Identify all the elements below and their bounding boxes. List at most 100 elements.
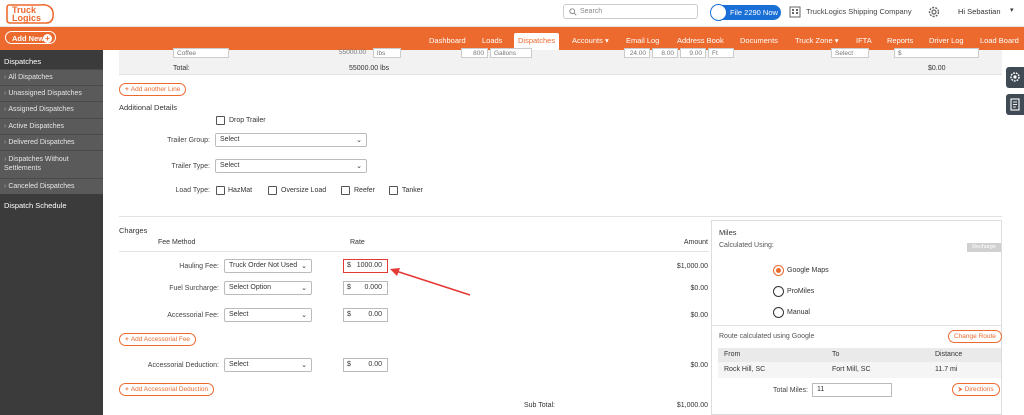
nav-loads[interactable]: Loads <box>482 36 502 45</box>
rate-header: Rate <box>350 239 365 246</box>
manual-label: Manual <box>787 309 810 316</box>
company-name[interactable]: TruckLogics Shipping Company <box>806 7 912 16</box>
hauling-fee-label: Hauling Fee: <box>179 263 219 270</box>
add-accessorial-fee-button[interactable]: + Add Accessorial Fee <box>119 333 197 346</box>
nav-email-log[interactable]: Email Log <box>626 36 659 45</box>
charges-title: Charges <box>119 226 148 235</box>
weight-field[interactable]: 55000.00 <box>336 48 372 58</box>
gear-icon[interactable] <box>927 5 941 19</box>
add-accessorial-deduction-button[interactable]: + Add Accessorial Deduction <box>119 383 215 396</box>
nav-dashboard[interactable]: Dashboard <box>429 36 466 45</box>
fuel-surcharge-label: Fuel Surcharge: <box>169 285 219 292</box>
deduction-method-select[interactable]: Select ⌄ <box>224 358 312 372</box>
oversize-load-label: Oversize Load <box>281 187 327 194</box>
hauling-rate-input[interactable]: $1000.00 <box>343 259 388 273</box>
trailer-group-select[interactable]: Select ⌄ <box>215 133 367 147</box>
settings-float-button[interactable] <box>1006 67 1024 88</box>
nav-reports[interactable]: Reports <box>887 36 913 45</box>
reefer-checkbox[interactable] <box>341 186 350 195</box>
promiles-radio[interactable] <box>773 286 784 297</box>
search-input[interactable]: Search <box>563 4 698 19</box>
dimension-unit-select[interactable]: Ft <box>708 48 734 58</box>
sidebar-section-dispatches[interactable]: Dispatches <box>0 52 103 69</box>
trailer-group-label: Trailer Group: <box>167 137 210 144</box>
nav-address-book[interactable]: Address Book <box>677 36 724 45</box>
hauling-rate-value: 1000.00 <box>356 262 382 269</box>
trailer-type-label: Trailer Type: <box>171 163 210 170</box>
drop-trailer-checkbox[interactable] <box>216 116 225 125</box>
sidebar-dispatch-schedule[interactable]: Dispatch Schedule <box>0 196 103 213</box>
dimension-width-field[interactable]: 8.00 <box>652 48 678 58</box>
google-maps-radio[interactable] <box>773 265 784 276</box>
directions-icon: ⮞ <box>958 386 963 393</box>
nav-driver-log[interactable]: Driver Log <box>929 36 964 45</box>
accessorial-rate-value: 0.00 <box>368 311 382 318</box>
sidebar-item-canceled[interactable]: › Canceled Dispatches <box>0 178 103 194</box>
amount-header: Amount <box>683 239 708 246</box>
nav-documents[interactable]: Documents <box>740 36 778 45</box>
trailer-type-select[interactable]: Select ⌄ <box>215 159 367 173</box>
sidebar-item-unassigned[interactable]: › Unassigned Dispatches <box>0 85 103 101</box>
accessorial-method-select[interactable]: Select ⌄ <box>224 308 312 322</box>
accessorial-method-value: Select <box>229 311 249 318</box>
change-route-button[interactable]: Change Route <box>948 330 1002 343</box>
route-from: Rock Hill, SC <box>724 366 766 373</box>
route-note: Route calculated using Google <box>719 333 815 340</box>
add-line-label: Add another Line <box>130 86 181 93</box>
accessorial-rate-input[interactable]: $0.00 <box>343 308 388 322</box>
line-select[interactable]: Select <box>831 48 869 58</box>
oversize-load-checkbox[interactable] <box>268 186 277 195</box>
add-another-line-button[interactable]: + Add another Line <box>119 83 187 96</box>
plus-icon: + <box>43 34 52 43</box>
weight-unit-select[interactable]: lbs <box>373 48 401 58</box>
add-deduction-label: Add Accessorial Deduction <box>130 386 209 393</box>
add-new-button[interactable]: Add New + <box>5 31 56 44</box>
hazmat-checkbox[interactable] <box>216 186 225 195</box>
plus-icon: + <box>125 336 129 343</box>
hauling-method-select[interactable]: Truck Order Not Used ⌄ <box>224 259 312 273</box>
recharge-button[interactable]: Recharge <box>967 243 1001 252</box>
sidebar-item-all-dispatches[interactable]: › All Dispatches <box>0 69 103 85</box>
currency-symbol: $ <box>347 262 351 269</box>
commodity-field[interactable]: Coffee <box>173 48 229 58</box>
main-content: Coffee 55000.00 lbs 800 Gallons 24.00 8.… <box>103 48 1024 415</box>
fuel-rate-input[interactable]: $0.000 <box>343 281 388 295</box>
qty-unit-select[interactable]: Gallons <box>490 48 532 58</box>
logo-text-2: Logics <box>12 13 41 23</box>
tanker-checkbox[interactable] <box>389 186 398 195</box>
nav-accounts[interactable]: Accounts ▾ <box>572 36 609 45</box>
nav-ifta[interactable]: IFTA <box>856 36 872 45</box>
fuel-method-select[interactable]: Select Option ⌄ <box>224 281 312 295</box>
sidebar-item-active[interactable]: › Active Dispatches <box>0 118 103 134</box>
chevron-down-icon[interactable]: ▾ <box>1010 6 1014 14</box>
sidebar-item-assigned[interactable]: › Assigned Dispatches <box>0 101 103 118</box>
miles-title: Miles <box>719 228 737 237</box>
dimension-height-field[interactable]: 9.00 <box>680 48 706 58</box>
additional-details-title: Additional Details <box>119 103 177 112</box>
sidebar-item-delivered[interactable]: › Delivered Dispatches <box>0 134 103 150</box>
accessorial-fee-label: Accessorial Fee: <box>167 312 219 319</box>
fuel-rate-value: 0.000 <box>364 284 382 291</box>
dimension-length-field[interactable]: 24.00 <box>624 48 650 58</box>
chevron-down-icon: ⌄ <box>301 362 307 369</box>
manual-radio[interactable] <box>773 307 784 318</box>
qty-field[interactable]: 800 <box>461 48 488 58</box>
search-placeholder: Search <box>580 8 603 15</box>
deduction-rate-input[interactable]: $0.00 <box>343 358 388 372</box>
user-greeting[interactable]: Hi Sebastian <box>958 7 1001 16</box>
directions-button[interactable]: ⮞ Directions <box>952 383 1000 396</box>
file-2290-button[interactable]: File 2290 Now <box>710 4 781 21</box>
line-amount-field[interactable]: $ <box>894 48 979 58</box>
calculated-using-label: Calculated Using: <box>719 242 774 249</box>
notes-float-button[interactable] <box>1006 94 1024 115</box>
nav-load-board[interactable]: Load Board <box>980 36 1019 45</box>
total-miles-input[interactable]: 11 <box>812 383 892 397</box>
trucklogics-logo[interactable]: Truck Logics <box>6 2 56 26</box>
sidebar-item-without-settlements[interactable]: › Dispatches Without Settlements <box>0 150 103 178</box>
sidebar-item-label: All Dispatches <box>8 74 53 81</box>
nav-truck-zone[interactable]: Truck Zone ▾ <box>795 36 839 45</box>
sidebar-item-label: Assigned Dispatches <box>8 106 74 113</box>
chevron-down-icon: ⌄ <box>301 312 307 319</box>
load-type-label: Load Type: <box>175 187 210 194</box>
deduction-amount: $0.00 <box>690 362 708 369</box>
